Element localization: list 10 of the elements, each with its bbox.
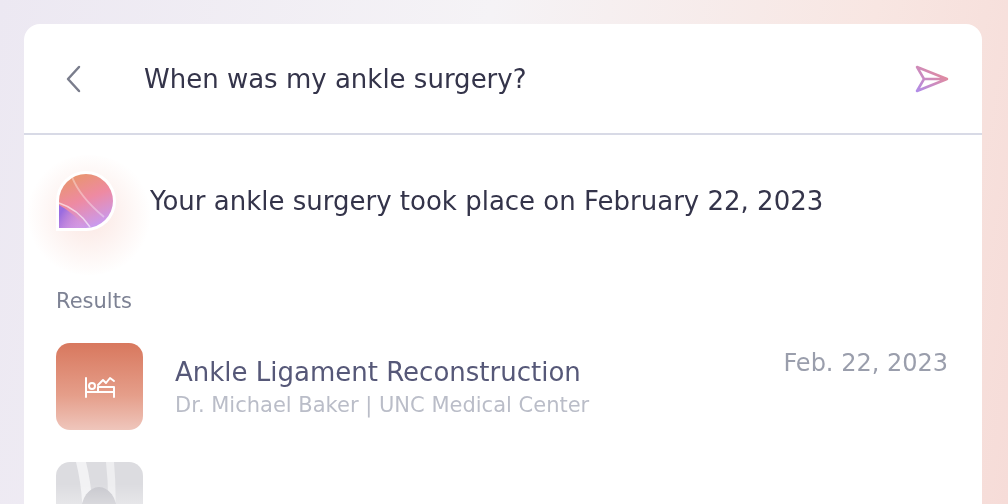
send-icon: [914, 63, 950, 94]
result-subtitle: Dr. Michael Baker | UNC Medical Center: [175, 392, 591, 417]
result-title: Ankle Ligament Reconstruction: [175, 356, 582, 387]
search-field[interactable]: When was my ankle surgery?: [144, 59, 912, 98]
result-date: Feb. 22, 2023: [783, 349, 948, 377]
result-item[interactable]: Ankle Ligament Reconstruction Dr. Michael Baker | UNC Medical Center Feb. 22, 2023: [56, 343, 948, 430]
bed-icon: [83, 374, 116, 399]
assistant-icon: [54, 169, 118, 233]
answer-text: Your ankle surgery took place on February 22, 2023: [150, 186, 824, 216]
results-heading: Results: [56, 289, 133, 313]
